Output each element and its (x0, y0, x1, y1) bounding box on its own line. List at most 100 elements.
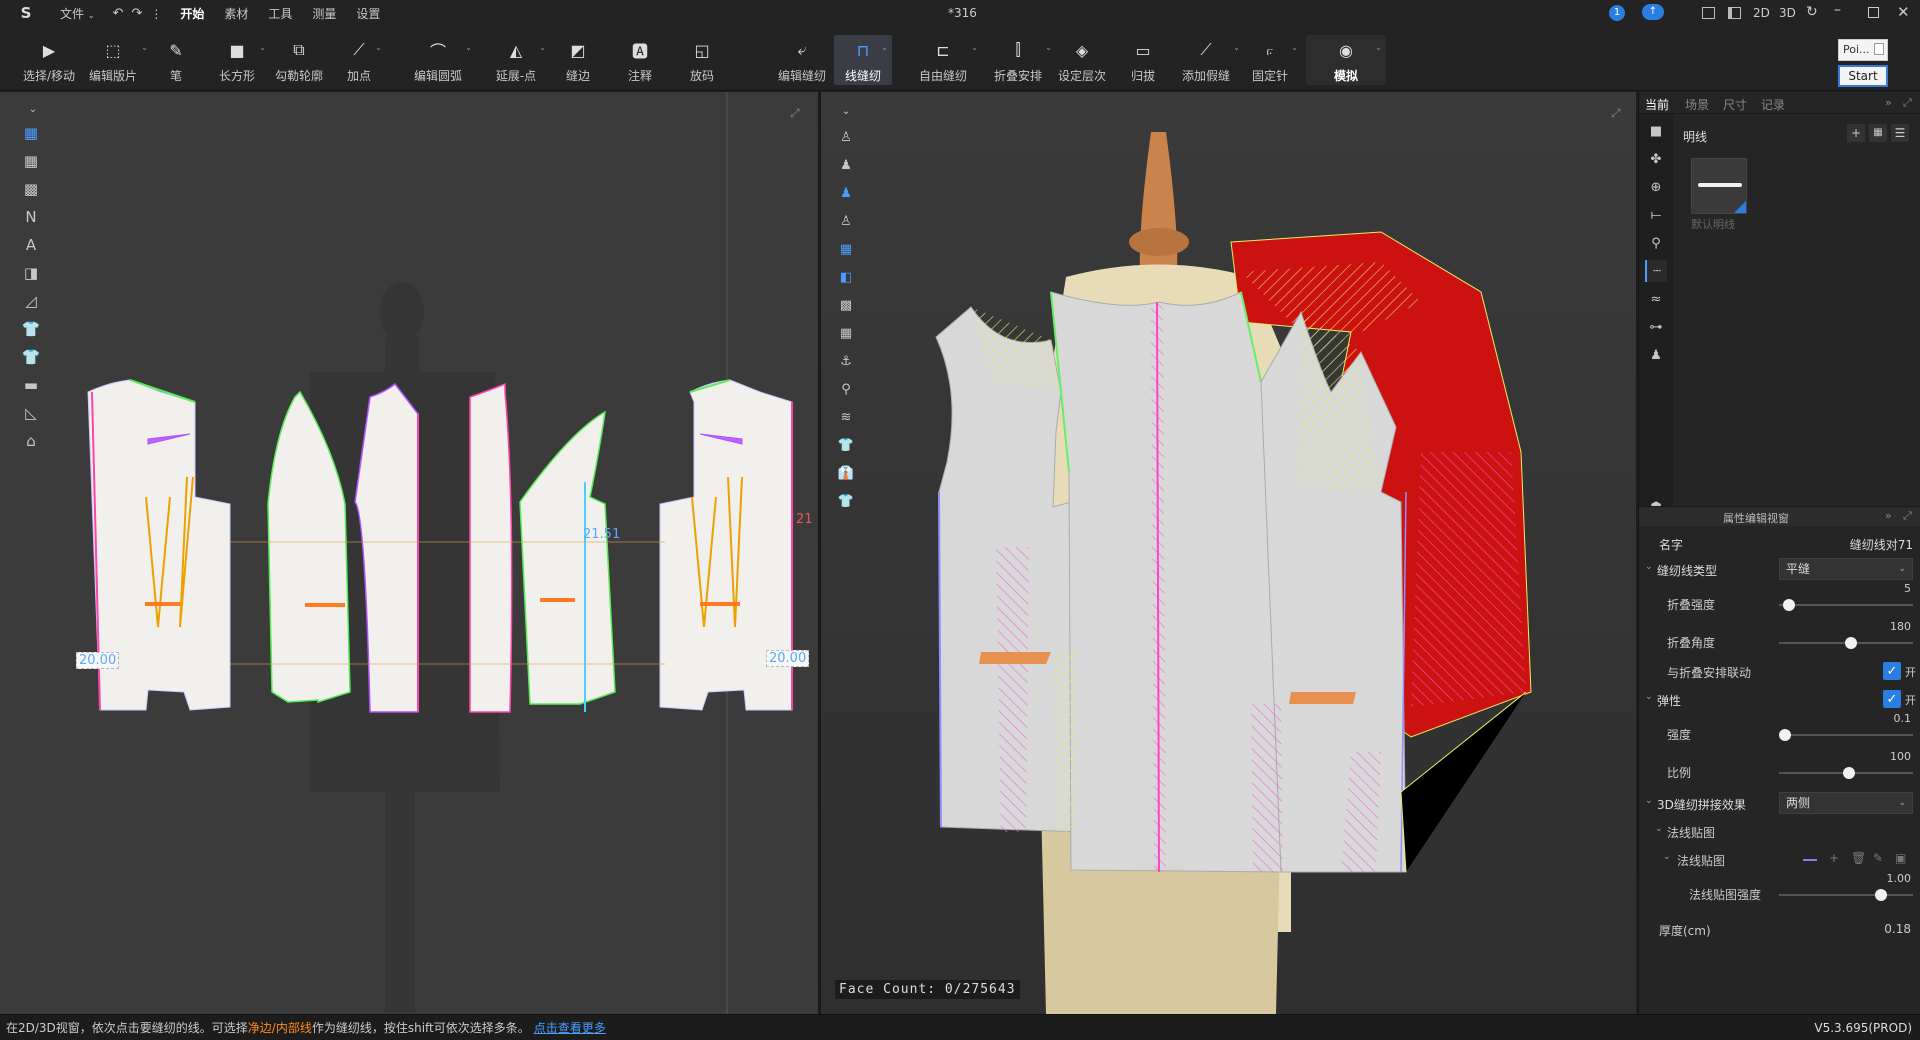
topstitch-thumbnail[interactable] (1691, 158, 1747, 214)
prop-popout-icon[interactable]: ⤢ (1903, 509, 1912, 523)
strength-slider[interactable] (1779, 729, 1913, 741)
widget-toggle-icon[interactable] (1874, 43, 1884, 55)
annotation-button[interactable]: 🅰 注释 (626, 35, 654, 85)
normal-strength-slider[interactable] (1779, 889, 1913, 901)
seam-allowance-icon: ◩ (570, 40, 586, 60)
menu-tools[interactable]: 工具 (258, 5, 302, 22)
collapse-caret-icon[interactable]: ⌄ (1645, 796, 1653, 806)
merge-effect-select[interactable]: 两侧 ⌄ (1779, 792, 1913, 814)
simulate-button[interactable]: ◉ 模拟 ⌄ (1306, 35, 1386, 85)
collapse-caret-icon[interactable]: ⌄ (1655, 824, 1663, 834)
zipper-icon[interactable]: ⟝ (1645, 204, 1667, 226)
menu-settings[interactable]: 设置 (346, 5, 390, 22)
fold-angle-slider[interactable] (1779, 637, 1913, 649)
seam-type-select[interactable]: 平缝 ⌄ (1779, 558, 1913, 580)
list-grid-icon[interactable]: ▦ (1869, 124, 1887, 142)
line-sewing-button[interactable]: ⊓ 线缝纫 ⌄ (834, 35, 892, 85)
thickness-value[interactable]: 0.18 (1884, 922, 1911, 936)
puckering-icon[interactable]: ≈ (1645, 288, 1667, 310)
center-front-piece (1050, 291, 1282, 873)
menu-measure[interactable]: 测量 (302, 5, 346, 22)
pen-button[interactable]: ✎ 笔 (164, 35, 188, 85)
delete-map-icon[interactable]: 🗑 (1851, 851, 1866, 865)
grading-icon: ◱ (694, 40, 710, 60)
grading-button[interactable]: ◱ 放码 (688, 35, 716, 85)
3d-garment-view[interactable]: ⌄ ♙ ♟ ♟ ♙ ▦ ◧ ▩ ▦ ⚓ ⚲ ≋ 👕 👔 👕 ⤢ Face Cou… (821, 92, 1636, 1014)
tab-scene[interactable]: 场景 (1685, 96, 1709, 113)
minimize-icon[interactable]: – (1834, 2, 1841, 18)
seam-allowance-button[interactable]: ◩ 缝边 (564, 35, 592, 85)
panel-popout-icon[interactable]: ⤢ (1903, 96, 1912, 110)
seam-name-value[interactable]: 缝纫线对71 (1850, 536, 1913, 553)
add-item-icon[interactable]: + (1847, 124, 1865, 142)
collapse-caret-icon[interactable]: ⌄ (1663, 852, 1671, 862)
tab-size[interactable]: 尺寸 (1723, 96, 1747, 113)
cloud-upload-icon[interactable]: ↑ (1642, 4, 1664, 20)
add-point-button[interactable]: ⟋ 加点 ⌄ (344, 35, 382, 85)
tab-current[interactable]: 当前 (1645, 96, 1669, 113)
avatar-lib-icon[interactable]: ♟ (1645, 344, 1667, 366)
menu-start[interactable]: 开始 (170, 5, 214, 22)
set-layer-button[interactable]: ◈ 设定层次 (1056, 35, 1108, 85)
layout-split-icon[interactable] (1728, 7, 1741, 19)
library-section-title: 明线 (1683, 130, 1708, 144)
2d-pattern-view[interactable]: ⌄ ▦ ▦ ▩ N A ◨ ◿ 👕 👕 ▬ ◺ ⌂ ⤢ 20.00 20.00 … (0, 92, 818, 1014)
trace-outline-button[interactable]: ⧉ 勾勒轮廓 (274, 35, 324, 85)
elastic-checkbox[interactable]: ✓ (1883, 690, 1901, 708)
button-icon[interactable]: ✤ (1645, 148, 1667, 170)
redo-icon[interactable]: ↷ (131, 6, 142, 21)
list-menu-icon[interactable]: ☰ (1891, 124, 1909, 142)
topstitch-icon[interactable]: ┄ (1645, 260, 1667, 282)
edit-sewing-button[interactable]: ⤶ 编辑缝纫 (776, 35, 828, 85)
menu-material[interactable]: 素材 (214, 5, 258, 22)
panel-expand-icon[interactable]: » (1885, 96, 1892, 109)
rectangle-button[interactable]: ■ 长方形 ⌄ (216, 35, 266, 85)
layout-grid-icon[interactable] (1702, 7, 1715, 19)
shrink-stretch-icon: ▭ (1135, 40, 1151, 60)
fold-strength-slider[interactable] (1779, 599, 1913, 611)
fold-arrange-button[interactable]: ⫿ 折叠安排 ⌄ (992, 35, 1052, 85)
edit-pattern-button[interactable]: ⬚ 编辑版片 ⌄ (86, 35, 148, 85)
collapse-caret-icon[interactable]: ⌄ (1645, 692, 1653, 702)
close-icon[interactable]: ✕ (1897, 3, 1910, 21)
prop-expand-icon[interactable]: » (1885, 509, 1892, 522)
line-sewing-icon: ⊓ (856, 40, 870, 60)
fabric-icon[interactable]: ■ (1645, 120, 1667, 142)
pin-button[interactable]: ⟔ 固定针 ⌄ (1250, 35, 1298, 85)
more-icon[interactable]: ⋮ (150, 7, 162, 21)
fold-link-checkbox[interactable]: ✓ (1883, 662, 1901, 680)
pattern-canvas (87, 92, 793, 1014)
menu-file[interactable]: 文件 ⌄ (50, 5, 105, 22)
maximize-icon[interactable] (1868, 7, 1879, 18)
trim-icon[interactable]: ⊶ (1645, 316, 1667, 338)
tab-record[interactable]: 记录 (1761, 96, 1785, 113)
edit-map-icon[interactable]: ✎ (1873, 851, 1883, 865)
app-logo-icon[interactable]: S (16, 4, 36, 24)
measure-label-mid: 21.51 (583, 527, 621, 542)
view-3d-button[interactable]: 3D (1779, 6, 1796, 20)
shrink-stretch-button[interactable]: ▭ 归拔 (1130, 35, 1156, 85)
notification-badge[interactable]: 1 (1609, 5, 1625, 21)
add-tack-button[interactable]: ⟋ 添加假缝 ⌄ (1180, 35, 1240, 85)
pen-icon: ✎ (169, 40, 183, 60)
start-button[interactable]: Start (1838, 65, 1888, 87)
extend-point-button[interactable]: ◭ 延展-点 ⌄ (494, 35, 546, 85)
add-map-icon[interactable]: + (1829, 851, 1839, 865)
collapse-caret-icon[interactable]: ⌄ (1645, 562, 1653, 572)
view-2d-button[interactable]: 2D (1753, 6, 1770, 20)
learn-more-link[interactable]: 点击查看更多 (534, 1019, 606, 1036)
version-label: V5.3.695(PROD) (1814, 1020, 1912, 1035)
status-message: 在2D/3D视窗，依次点击要缝纫的线。可选择 (6, 1021, 248, 1035)
select-move-button[interactable]: ▶ 选择/移动 (20, 35, 78, 85)
tag-icon[interactable]: ⚲ (1645, 232, 1667, 254)
normal-map-swatch[interactable] (1803, 859, 1817, 861)
undo-icon[interactable]: ↶ (113, 6, 124, 21)
buttonhole-icon[interactable]: ⊕ (1645, 176, 1667, 198)
pattern-piece-side-right[interactable] (469, 382, 616, 713)
ratio-slider[interactable] (1779, 767, 1913, 779)
free-sewing-button[interactable]: ⊏ 自由缝纫 ⌄ (916, 35, 978, 85)
refresh-icon[interactable]: ↻ (1806, 4, 1818, 20)
fold-arrange-icon: ⫿ (1015, 40, 1021, 59)
image-map-icon[interactable]: ▣ (1895, 851, 1906, 865)
edit-arc-button[interactable]: ⌒ 编辑圆弧 ⌄ (412, 35, 472, 85)
